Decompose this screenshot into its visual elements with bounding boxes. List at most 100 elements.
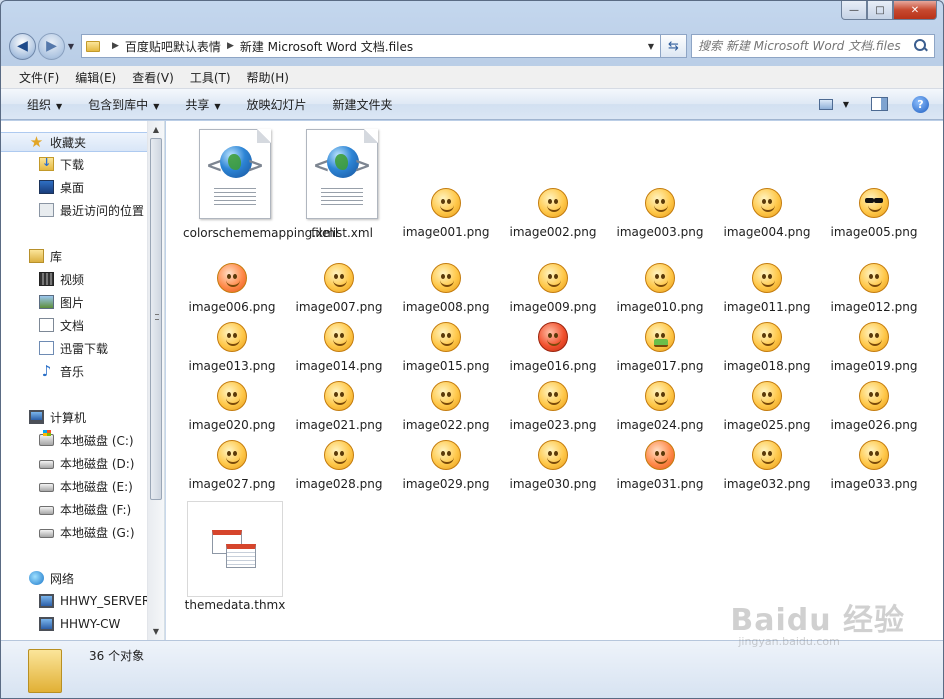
- preview-pane-icon[interactable]: [871, 97, 888, 111]
- file-item[interactable]: image019.png: [822, 322, 926, 376]
- nav-libraries[interactable]: 库: [1, 246, 62, 266]
- file-item[interactable]: < > filelist.xml: [290, 129, 394, 261]
- organize-button[interactable]: 组织 ▼: [19, 96, 70, 113]
- file-item[interactable]: image011.png: [715, 263, 819, 317]
- nav-thunder-downloads[interactable]: 迅雷下载: [1, 338, 108, 358]
- star-icon: ★: [29, 133, 44, 151]
- search-box[interactable]: [691, 34, 935, 58]
- chevron-right-icon[interactable]: ▶: [227, 41, 234, 51]
- emoticon-icon: [431, 381, 461, 411]
- menu-tools[interactable]: 工具(T): [182, 69, 239, 86]
- nav-pictures[interactable]: 图片: [1, 292, 84, 312]
- recent-places-icon: [39, 203, 54, 217]
- file-item[interactable]: image013.png: [180, 322, 284, 376]
- nav-computer[interactable]: 计算机: [1, 407, 86, 427]
- recent-pages-dropdown[interactable]: ▼: [65, 42, 77, 51]
- file-item[interactable]: image025.png: [715, 381, 819, 435]
- menu-help[interactable]: 帮助(H): [239, 69, 297, 86]
- file-item[interactable]: image002.png: [501, 188, 605, 242]
- music-icon: ♪: [41, 362, 52, 380]
- file-item[interactable]: image007.png: [287, 263, 391, 317]
- file-name: image003.png: [616, 225, 704, 239]
- scroll-up-icon[interactable]: ▲: [148, 121, 164, 138]
- forward-button[interactable]: ▶: [38, 32, 65, 60]
- file-item[interactable]: image015.png: [394, 322, 498, 376]
- back-button[interactable]: ◀: [9, 32, 36, 60]
- nav-documents[interactable]: 文档: [1, 315, 84, 335]
- help-icon[interactable]: ?: [912, 95, 929, 113]
- file-item[interactable]: image008.png: [394, 263, 498, 317]
- search-icon[interactable]: [914, 39, 928, 53]
- emoticon-icon: [752, 188, 782, 218]
- file-item[interactable]: image004.png: [715, 188, 819, 242]
- file-item[interactable]: image017.png: [608, 322, 712, 376]
- menu-edit[interactable]: 编辑(E): [67, 69, 124, 86]
- nav-scrollbar[interactable]: ▲ ▼: [147, 121, 164, 640]
- file-item[interactable]: image030.png: [501, 440, 605, 494]
- nav-host-server[interactable]: HHWY_SERVER: [1, 591, 150, 611]
- breadcrumb-item[interactable]: 新建 Microsoft Word 文档.files: [240, 38, 413, 55]
- file-item[interactable]: image032.png: [715, 440, 819, 494]
- nav-recent-places[interactable]: 最近访问的位置: [1, 200, 144, 220]
- file-item[interactable]: image009.png: [501, 263, 605, 317]
- slideshow-button[interactable]: 放映幻灯片: [239, 96, 315, 113]
- include-in-library-button[interactable]: 包含到库中 ▼: [80, 96, 167, 113]
- change-view-icon[interactable]: [818, 98, 833, 110]
- file-item[interactable]: image006.png: [180, 263, 284, 317]
- nav-network[interactable]: 网络: [1, 568, 74, 588]
- file-item[interactable]: image014.png: [287, 322, 391, 376]
- file-item[interactable]: image021.png: [287, 381, 391, 435]
- file-item[interactable]: image003.png: [608, 188, 712, 242]
- file-item[interactable]: themedata.thmx: [185, 501, 285, 615]
- file-item[interactable]: image031.png: [608, 440, 712, 494]
- close-button[interactable]: ✕: [893, 1, 937, 20]
- file-item[interactable]: image023.png: [501, 381, 605, 435]
- file-item[interactable]: image018.png: [715, 322, 819, 376]
- file-item[interactable]: image026.png: [822, 381, 926, 435]
- nav-drive-c[interactable]: 本地磁盘 (C:): [1, 430, 134, 450]
- menu-file[interactable]: 文件(F): [11, 69, 67, 86]
- menu-view[interactable]: 查看(V): [124, 69, 182, 86]
- share-button[interactable]: 共享 ▼: [177, 96, 228, 113]
- file-item[interactable]: image022.png: [394, 381, 498, 435]
- nav-drive-f[interactable]: 本地磁盘 (F:): [1, 499, 131, 519]
- file-item[interactable]: image001.png: [394, 188, 498, 242]
- scroll-down-icon[interactable]: ▼: [148, 623, 164, 640]
- file-item[interactable]: image028.png: [287, 440, 391, 494]
- new-folder-button[interactable]: 新建文件夹: [325, 96, 401, 113]
- nav-music[interactable]: ♪ 音乐: [1, 361, 84, 381]
- refresh-button[interactable]: ⇆: [661, 34, 687, 58]
- nav-drive-d[interactable]: 本地磁盘 (D:): [1, 453, 134, 473]
- search-input[interactable]: [698, 39, 914, 53]
- nav-videos[interactable]: 视频: [1, 269, 84, 289]
- downloads-folder-icon: [39, 156, 54, 171]
- nav-drive-e[interactable]: 本地磁盘 (E:): [1, 476, 133, 496]
- emoticon-icon: [752, 440, 782, 470]
- nav-desktop[interactable]: 桌面: [1, 177, 84, 197]
- file-item[interactable]: image020.png: [180, 381, 284, 435]
- file-item[interactable]: image027.png: [180, 440, 284, 494]
- file-item[interactable]: image016.png: [501, 322, 605, 376]
- maximize-button[interactable]: □: [867, 1, 893, 20]
- breadcrumb-item[interactable]: 百度贴吧默认表情: [125, 38, 221, 55]
- file-item[interactable]: image012.png: [822, 263, 926, 317]
- address-bar[interactable]: ▶ 百度贴吧默认表情 ▶ 新建 Microsoft Word 文档.files …: [81, 34, 661, 58]
- chevron-right-icon[interactable]: ▶: [112, 41, 119, 51]
- emoticon-icon: [859, 188, 889, 218]
- view-options-dropdown[interactable]: ▼: [843, 100, 849, 109]
- file-item[interactable]: < > colorschememapping.xml: [183, 129, 338, 261]
- file-item[interactable]: image024.png: [608, 381, 712, 435]
- file-item[interactable]: image029.png: [394, 440, 498, 494]
- scroll-thumb[interactable]: [150, 138, 162, 500]
- file-item[interactable]: image005.png: [822, 188, 926, 242]
- file-name: image017.png: [616, 359, 704, 373]
- address-dropdown-icon[interactable]: ▼: [642, 42, 660, 51]
- minimize-button[interactable]: —: [841, 1, 867, 20]
- nav-downloads[interactable]: 下载: [1, 154, 84, 174]
- nav-drive-g[interactable]: 本地磁盘 (G:): [1, 522, 135, 542]
- file-item[interactable]: image033.png: [822, 440, 926, 494]
- nav-host-cw[interactable]: HHWY-CW: [1, 614, 120, 634]
- file-item[interactable]: image010.png: [608, 263, 712, 317]
- nav-favorites[interactable]: ★ 收藏夹: [1, 132, 149, 152]
- theme-file-icon: [212, 530, 258, 570]
